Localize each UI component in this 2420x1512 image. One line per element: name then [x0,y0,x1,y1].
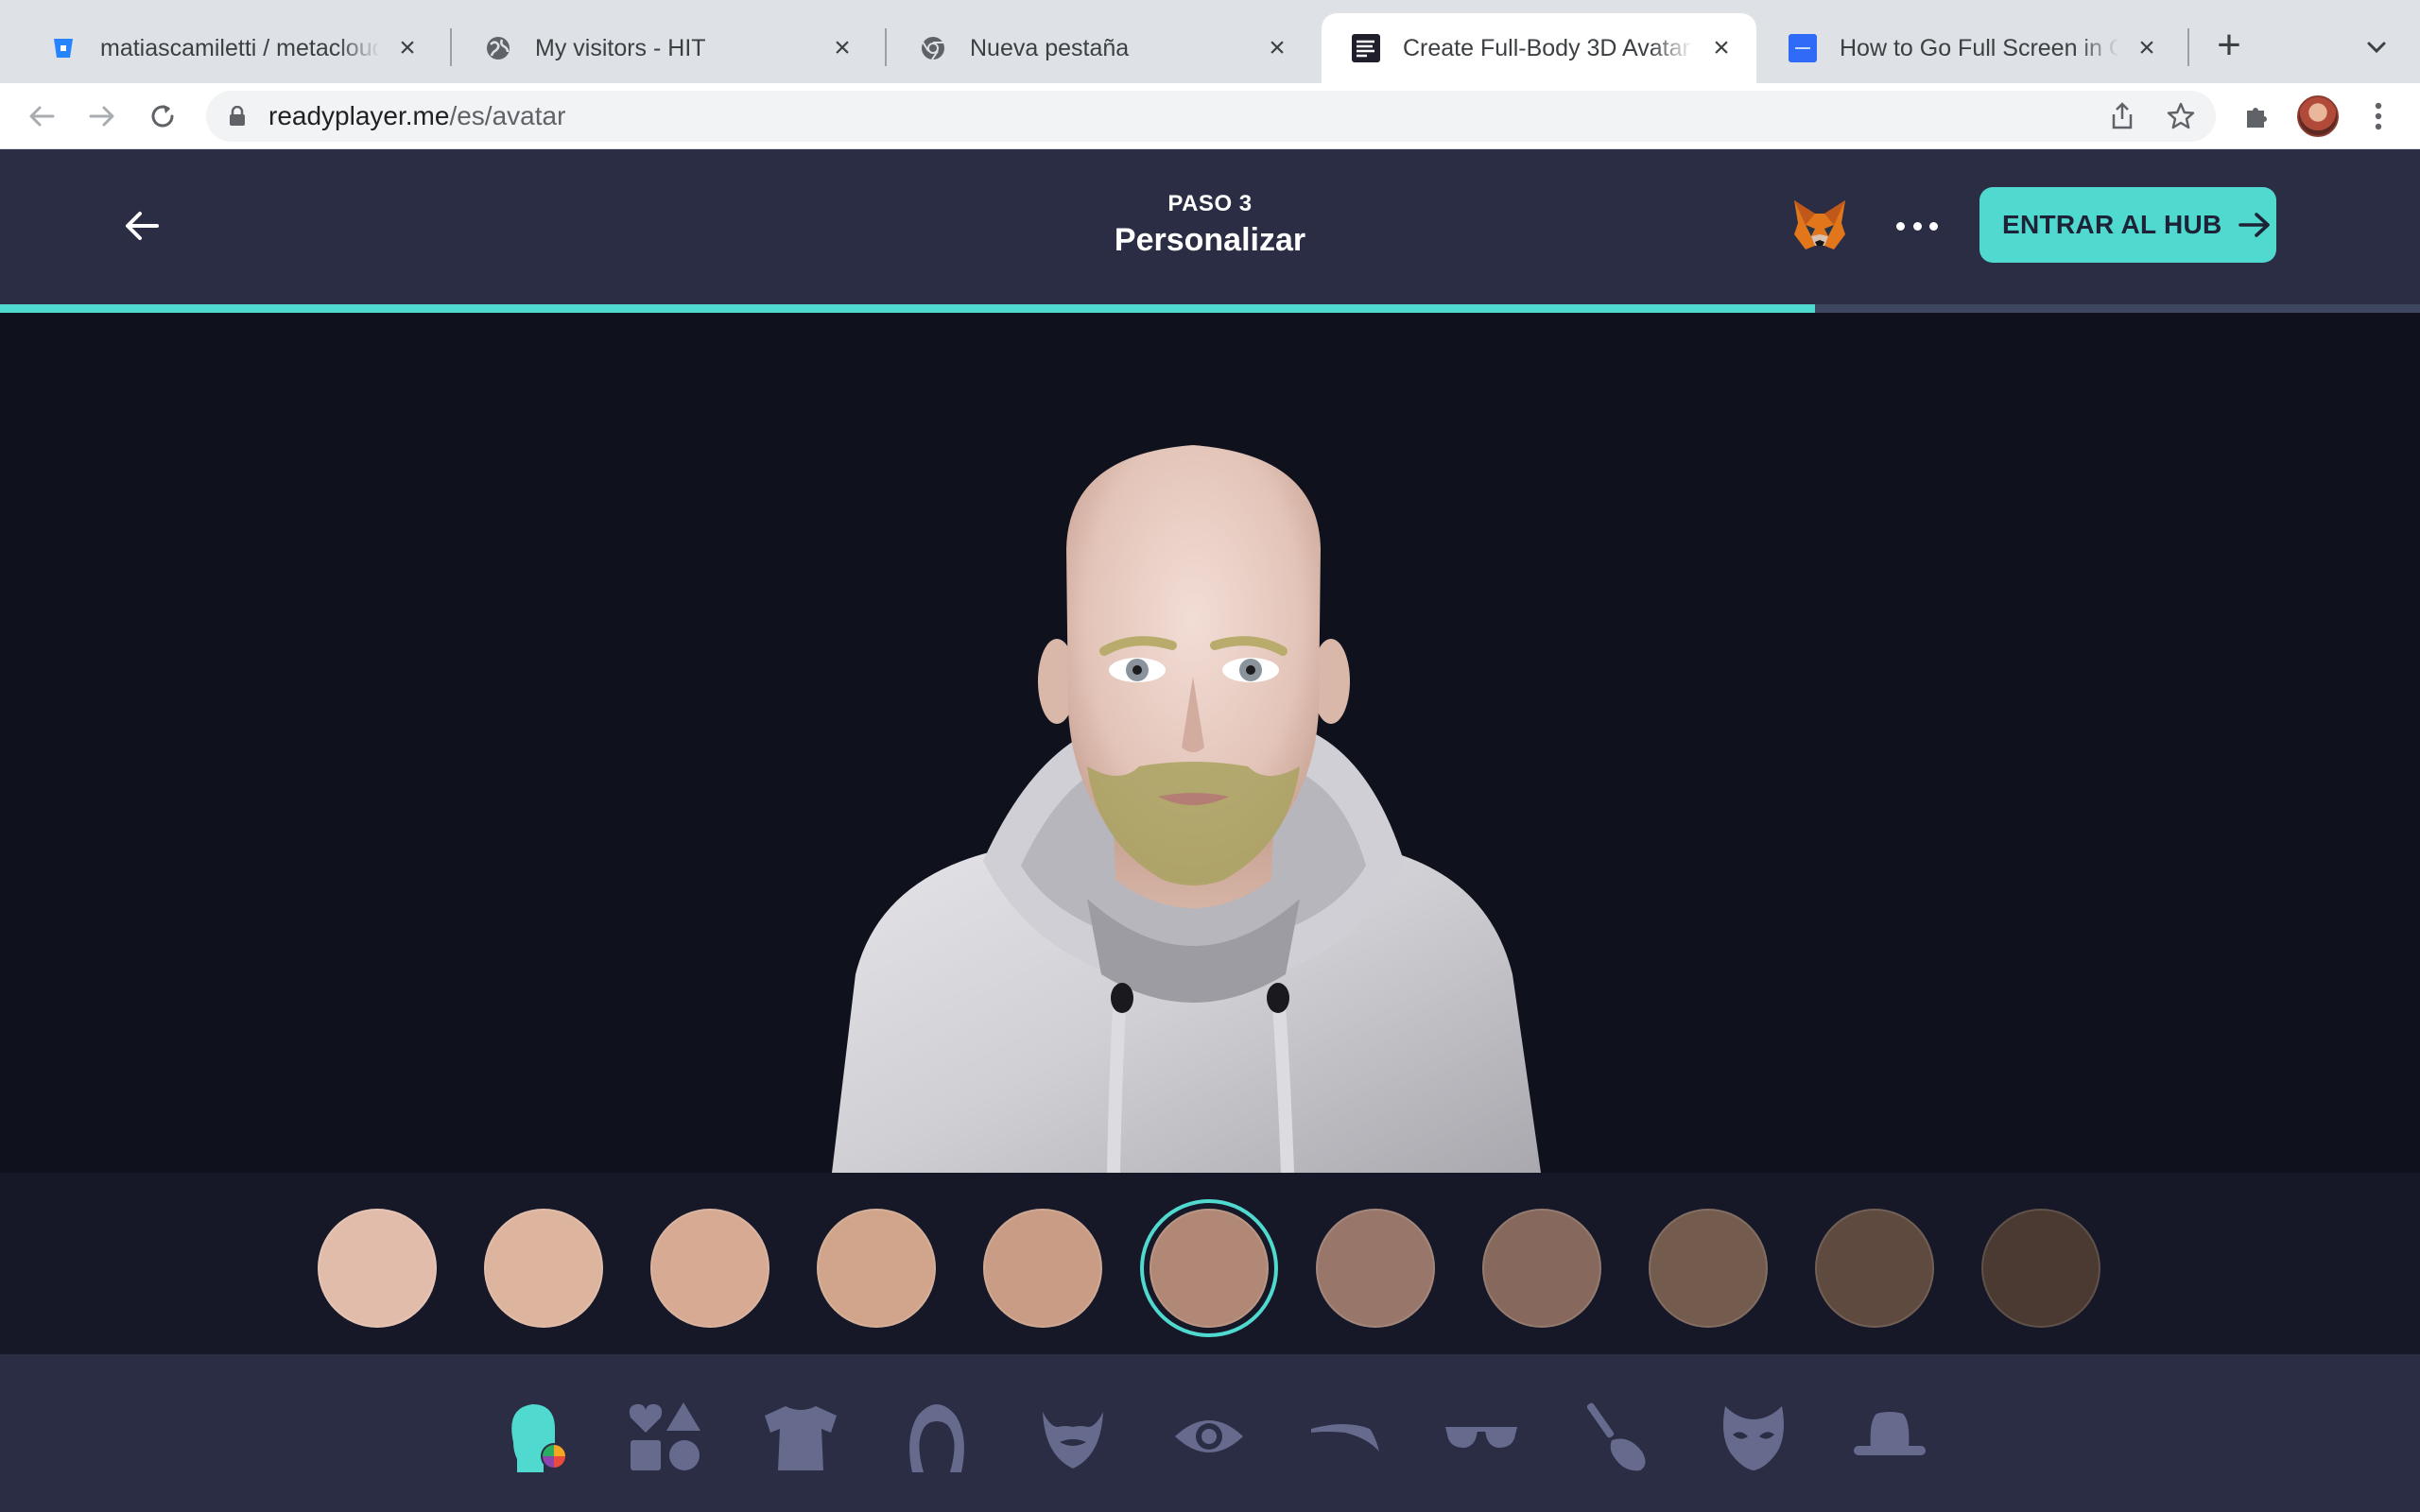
eye-icon[interactable] [1168,1396,1250,1477]
globe-icon [484,34,512,62]
readyplayerme-icon [1352,34,1380,62]
skin-tone-swatch[interactable] [1649,1209,1768,1328]
skin-tone-palette [0,1173,2420,1354]
metamask-fox-icon[interactable] [1790,197,1849,255]
close-tab-icon[interactable]: × [1707,34,1736,62]
url-host: readyplayer.me [268,101,450,130]
chrome-icon [919,34,947,62]
browser-tab-strip: matiascamiletti / metacloud-ui × My visi… [0,0,2420,83]
url-text: readyplayer.me/es/avatar [268,102,565,130]
skin-tone-swatch[interactable] [1316,1209,1435,1328]
back-nav-icon[interactable] [23,97,60,135]
beard-icon[interactable] [1032,1396,1114,1477]
skin-tone-swatch[interactable] [1981,1209,2100,1328]
tab-title: How to Go Full Screen in Google [1840,34,2119,61]
tab-title: Create Full-Body 3D Avatar from [1403,34,1694,61]
category-toolbar [0,1354,2420,1512]
skin-tone-swatch[interactable] [650,1209,769,1328]
app-header: PASO 3 Personalizar ENTRAR AL HUB [0,149,2420,304]
tab-new-tab[interactable]: Nueva pestaña × [889,13,1312,83]
glasses-icon[interactable] [1441,1396,1522,1477]
skin-tone-swatch[interactable] [484,1209,603,1328]
hat-icon[interactable] [1849,1396,1930,1477]
progress-bar-fill [0,304,1815,313]
forward-nav-icon[interactable] [83,97,121,135]
eyebrow-icon[interactable] [1305,1396,1386,1477]
tab-title: My visitors - HIT [535,34,706,61]
new-tab-plus-icon[interactable]: + [2210,25,2248,66]
tab-title: Nueva pestaña [970,34,1130,61]
skin-color-icon[interactable] [497,1396,579,1477]
tab-divider [885,28,887,66]
tab-bitbucket[interactable]: matiascamiletti / metacloud-ui × [19,13,442,83]
tab-search-chevron-icon[interactable] [2358,28,2395,66]
share-icon[interactable] [2106,100,2138,132]
tab-title: matiascamiletti / metacloud-ui [100,34,380,61]
more-options-icon[interactable] [1896,212,1938,240]
avatar-3d-model [832,445,1541,1173]
close-tab-icon[interactable]: × [1263,34,1291,62]
tab-hit[interactable]: My visitors - HIT × [454,13,877,83]
arrow-right-icon [2238,211,2272,239]
skin-tone-swatch[interactable] [1150,1209,1269,1328]
document-icon [1789,34,1817,62]
tab-divider [450,28,452,66]
browser-toolbar: readyplayer.me/es/avatar [0,83,2420,149]
tab-full-screen-guide[interactable]: How to Go Full Screen in Google × [1758,13,2182,83]
skin-tone-swatch[interactable] [817,1209,936,1328]
skin-tone-swatch[interactable] [318,1209,437,1328]
tab-divider [2187,28,2189,66]
close-tab-icon[interactable]: × [2133,34,2161,62]
close-tab-icon[interactable]: × [393,34,422,62]
avatar-viewport[interactable] [0,313,2420,1173]
mask-icon[interactable] [1713,1396,1794,1477]
enter-hub-label: ENTRAR AL HUB [2002,210,2222,239]
address-bar[interactable]: readyplayer.me/es/avatar [206,91,2216,142]
reload-icon[interactable] [144,97,182,135]
url-path: /es/avatar [449,101,566,130]
enter-hub-button[interactable]: ENTRAR AL HUB [1979,187,2276,263]
bitbucket-icon [49,34,78,62]
outfit-icon[interactable] [760,1396,841,1477]
body-shape-icon[interactable] [624,1396,705,1477]
extensions-puzzle-icon[interactable] [2238,97,2276,135]
progress-bar [0,304,2420,313]
bookmark-star-icon[interactable] [2165,100,2197,132]
lock-icon [229,105,246,131]
tab-readyplayerme[interactable]: Create Full-Body 3D Avatar from × [1322,13,1756,83]
chrome-menu-icon[interactable] [2360,97,2397,135]
makeup-brush-icon[interactable] [1577,1396,1658,1477]
skin-tone-swatch[interactable] [983,1209,1102,1328]
skin-tone-swatch[interactable] [1482,1209,1601,1328]
profile-avatar[interactable] [2297,95,2339,137]
skin-tone-swatch[interactable] [1815,1209,1934,1328]
hair-icon[interactable] [896,1396,977,1477]
close-tab-icon[interactable]: × [828,34,856,62]
